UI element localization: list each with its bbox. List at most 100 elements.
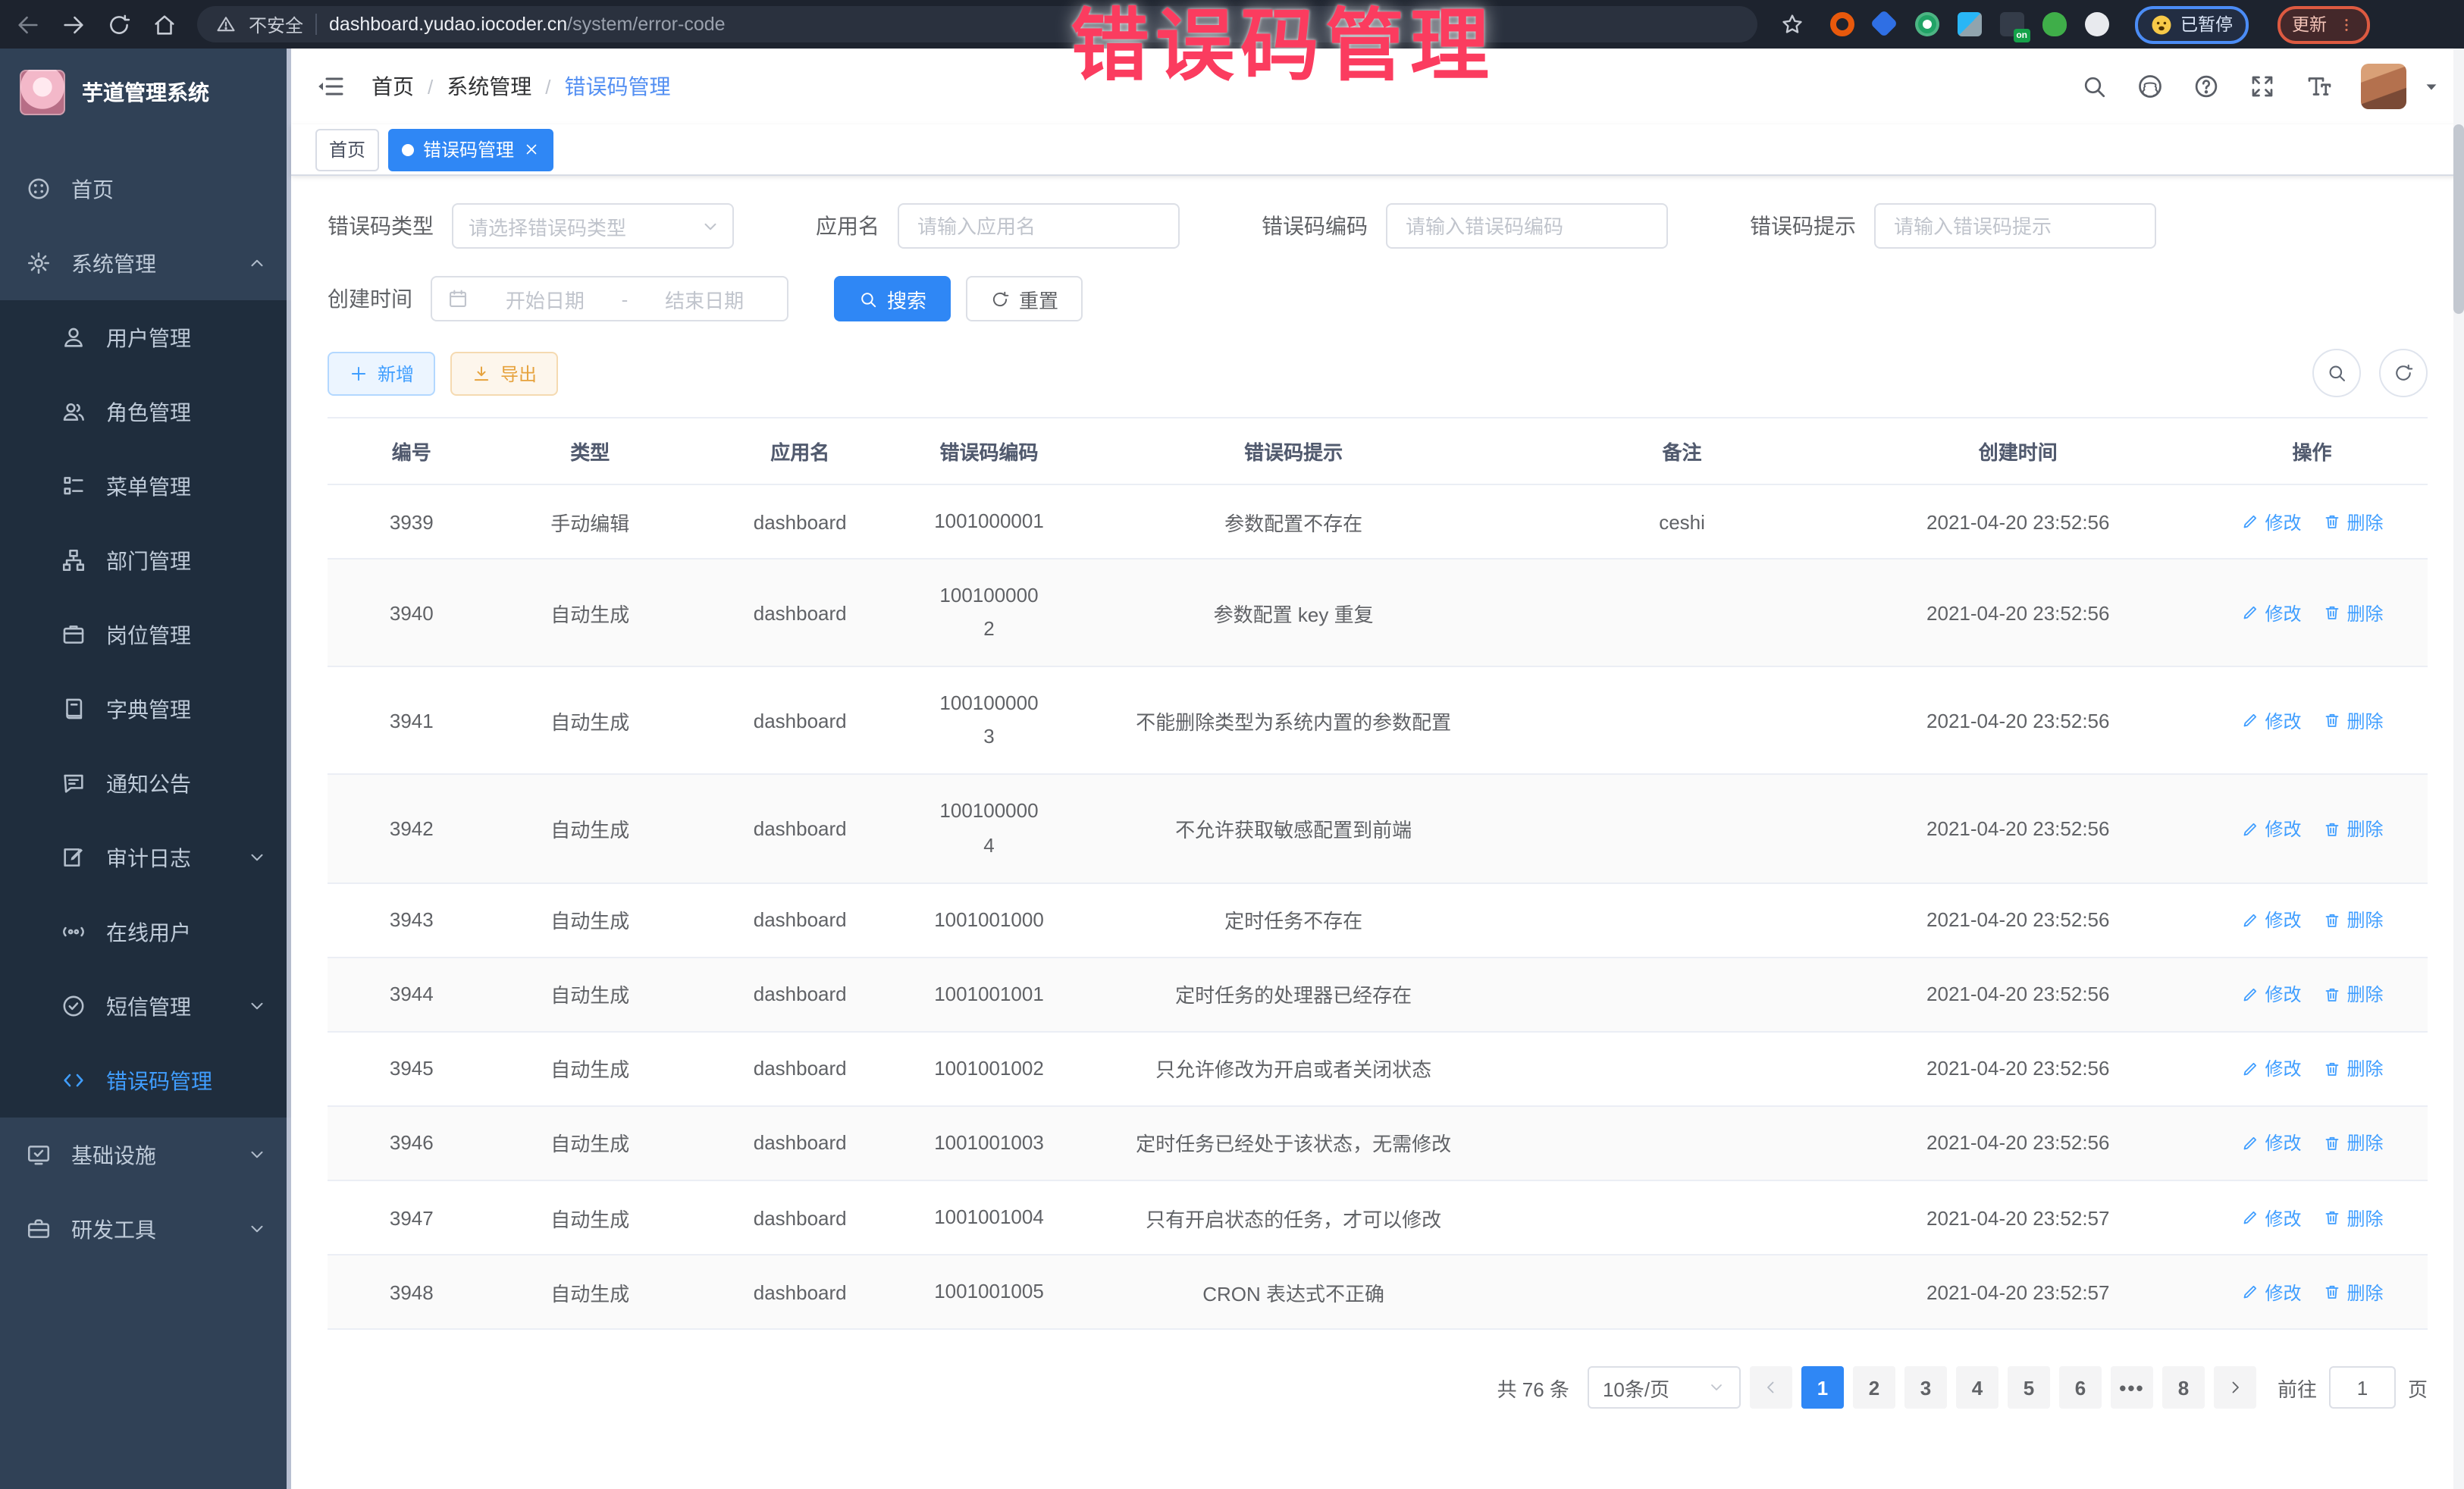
pagination-more-button[interactable]: ••• — [2111, 1366, 2153, 1409]
extension-icon-1[interactable] — [1830, 12, 1854, 36]
sidebar-item-infrastructure[interactable]: 基础设施 — [0, 1118, 291, 1192]
avatar-caret-icon[interactable] — [2423, 78, 2440, 95]
extension-icon-3[interactable] — [1915, 12, 1939, 36]
browser-home-button[interactable] — [152, 11, 177, 37]
next-page-button[interactable] — [2214, 1366, 2256, 1409]
edit-link[interactable]: 修改 — [2241, 907, 2302, 933]
extension-icon-6[interactable] — [2042, 12, 2067, 36]
table-row: 3943自动生成dashboard1001001000定时任务不存在2021-0… — [328, 883, 2428, 958]
sidebar-item-dict-management[interactable]: 字典管理 — [0, 672, 291, 746]
search-button[interactable]: 搜索 — [834, 276, 951, 321]
error-code-input[interactable] — [1403, 213, 1651, 239]
sidebar-item-home[interactable]: 首页 — [0, 152, 291, 226]
error-hint-input[interactable] — [1891, 213, 2140, 239]
edit-link[interactable]: 修改 — [2241, 600, 2302, 625]
sidebar-item-dev-tools[interactable]: 研发工具 — [0, 1192, 291, 1266]
breadcrumb-item[interactable]: 首页 — [371, 71, 414, 102]
sidebar-item-label: 首页 — [71, 174, 267, 204]
sidebar-item-system-management[interactable]: 系统管理 — [0, 226, 291, 300]
delete-link[interactable]: 删除 — [2323, 600, 2384, 625]
delete-link[interactable]: 删除 — [2323, 1279, 2384, 1305]
edit-link[interactable]: 修改 — [2241, 1205, 2302, 1230]
goto-page-input[interactable] — [2329, 1366, 2396, 1409]
delete-link[interactable]: 删除 — [2323, 816, 2384, 842]
edit-link[interactable]: 修改 — [2241, 1130, 2302, 1156]
refresh-table-button[interactable] — [2379, 349, 2428, 397]
delete-link[interactable]: 删除 — [2323, 1130, 2384, 1156]
edit-link[interactable]: 修改 — [2241, 982, 2302, 1008]
export-button[interactable]: 导出 — [450, 351, 558, 395]
extension-icon-7[interactable] — [2085, 12, 2109, 36]
sidebar-item-notice[interactable]: 通知公告 — [0, 746, 291, 820]
browser-back-button[interactable] — [15, 11, 41, 37]
sidebar-item-label: 岗位管理 — [106, 619, 267, 650]
add-button[interactable]: 新增 — [328, 351, 435, 395]
edit-icon — [2241, 1060, 2259, 1078]
font-size-icon[interactable] — [2305, 73, 2332, 100]
extension-icon-5[interactable]: on — [2000, 12, 2024, 36]
error-code-input[interactable] — [1386, 203, 1668, 249]
tag-item[interactable]: 首页 — [315, 128, 379, 171]
cell-actions: 修改删除 — [2196, 688, 2428, 754]
help-icon[interactable] — [2193, 73, 2220, 100]
extension-icon-4[interactable] — [1958, 12, 1982, 36]
header-search-icon[interactable] — [2080, 73, 2108, 100]
delete-link[interactable]: 删除 — [2323, 982, 2384, 1008]
sidebar-item-role-management[interactable]: 角色管理 — [0, 375, 291, 449]
browser-menu-icon[interactable] — [2337, 16, 2354, 33]
fullscreen-icon[interactable] — [2249, 73, 2276, 100]
date-range-picker[interactable]: 开始日期 - 结束日期 — [431, 276, 788, 321]
extension-icon-2[interactable] — [1873, 12, 1897, 36]
sidebar-item-online-users[interactable]: 在线用户 — [0, 895, 291, 969]
breadcrumb-item[interactable]: 系统管理 — [447, 71, 531, 102]
sidebar-item-post-management[interactable]: 岗位管理 — [0, 597, 291, 672]
page-button-4[interactable]: 4 — [1956, 1366, 1998, 1409]
prev-page-button[interactable] — [1750, 1366, 1792, 1409]
sidebar-item-sms-management[interactable]: 短信管理 — [0, 969, 291, 1043]
github-icon[interactable] — [2136, 73, 2164, 100]
page-button-3[interactable]: 3 — [1904, 1366, 1947, 1409]
page-button-2[interactable]: 2 — [1853, 1366, 1895, 1409]
delete-label: 删除 — [2347, 1205, 2384, 1230]
user-avatar[interactable] — [2361, 64, 2406, 109]
sidebar-item-menu-management[interactable]: 菜单管理 — [0, 449, 291, 523]
delete-link[interactable]: 删除 — [2323, 1056, 2384, 1082]
error-hint-input[interactable] — [1874, 203, 2156, 249]
address-bar[interactable]: 不安全 dashboard.yudao.iocoder.cn/system/er… — [197, 6, 1757, 42]
badge-icon — [61, 622, 86, 647]
edit-link[interactable]: 修改 — [2241, 1056, 2302, 1082]
page-button-8[interactable]: 8 — [2162, 1366, 2205, 1409]
delete-link[interactable]: 删除 — [2323, 509, 2384, 534]
page-button-6[interactable]: 6 — [2059, 1366, 2102, 1409]
edit-link[interactable]: 修改 — [2241, 708, 2302, 734]
edit-link[interactable]: 修改 — [2241, 1279, 2302, 1305]
delete-link[interactable]: 删除 — [2323, 1205, 2384, 1230]
tag-active[interactable]: 错误码管理 — [388, 128, 553, 171]
show-search-toggle-button[interactable] — [2312, 349, 2361, 397]
sidebar-item-user-management[interactable]: 用户管理 — [0, 300, 291, 375]
delete-link[interactable]: 删除 — [2323, 907, 2384, 933]
scrollbar-thumb[interactable] — [2453, 124, 2464, 314]
error-code-type-select[interactable]: 请选择错误码类型 — [452, 203, 734, 249]
sidebar-logo-row[interactable]: 芋道管理系统 — [0, 55, 291, 130]
page-size-select[interactable]: 10条/页 — [1588, 1366, 1741, 1409]
sidebar-item-audit-log[interactable]: 审计日志 — [0, 820, 291, 895]
browser-reload-button[interactable] — [106, 11, 132, 37]
edit-link[interactable]: 修改 — [2241, 816, 2302, 842]
profile-paused-badge[interactable]: 已暂停 — [2135, 5, 2248, 43]
app-name-input[interactable] — [914, 213, 1163, 239]
page-scrollbar[interactable] — [2453, 49, 2464, 1489]
sidebar-item-dept-management[interactable]: 部门管理 — [0, 523, 291, 597]
delete-link[interactable]: 删除 — [2323, 708, 2384, 734]
bookmark-star-icon[interactable] — [1780, 12, 1804, 36]
page-button-5[interactable]: 5 — [2008, 1366, 2050, 1409]
close-icon[interactable] — [523, 141, 540, 158]
sidebar-toggle-button[interactable] — [315, 71, 346, 102]
sidebar-item-error-code-management[interactable]: 错误码管理 — [0, 1043, 291, 1118]
reset-button[interactable]: 重置 — [966, 276, 1083, 321]
page-button-1[interactable]: 1 — [1801, 1366, 1844, 1409]
browser-forward-button[interactable] — [61, 11, 86, 37]
edit-link[interactable]: 修改 — [2241, 509, 2302, 534]
app-name-input[interactable] — [898, 203, 1180, 249]
browser-update-button[interactable]: 更新 — [2277, 5, 2369, 43]
